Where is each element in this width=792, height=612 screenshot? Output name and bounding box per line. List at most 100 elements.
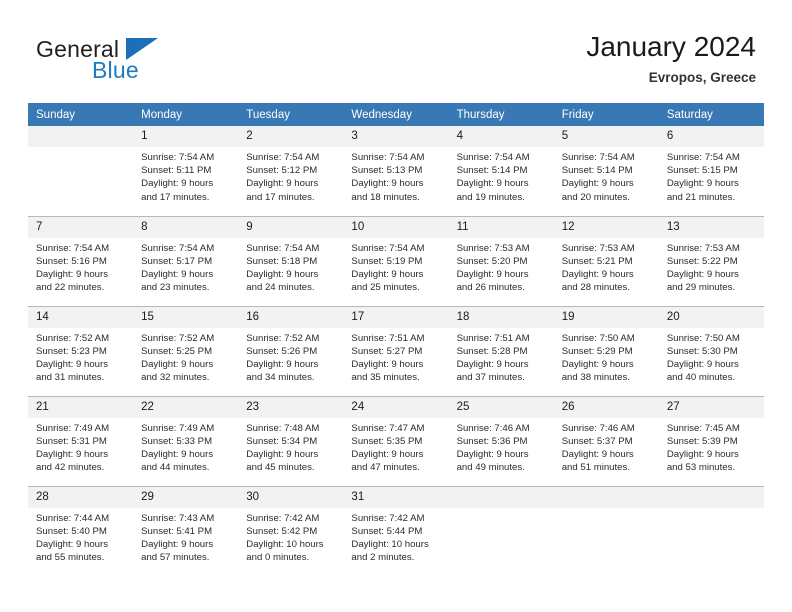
day-number: 28: [28, 486, 134, 508]
sunrise-text: Sunrise: 7:48 AM: [246, 422, 320, 434]
weekday-header-wednesday: Wednesday: [343, 103, 449, 126]
calendar-day-cell[interactable]: 27 Sunrise: 7:45 AM Sunset: 5:39 PM Dayligh…: [658, 395, 764, 486]
calendar-day-cell[interactable]: 20 Sunrise: 7:50 AM Sunset: 5:30 PM Dayligh…: [658, 305, 764, 396]
calendar-week-row: 1 Sunrise: 7:54 AM Sunset: 5:11 PM Daylight…: [28, 126, 764, 216]
calendar-day-cell[interactable]: 26 Sunrise: 7:46 AM Sunset: 5:37 PM Dayligh…: [553, 395, 659, 486]
calendar-day-cell[interactable]: 28 Sunrise: 7:44 AM Sunset: 5:40 PM Dayligh…: [28, 485, 134, 576]
calendar-day-cell[interactable]: 23 Sunrise: 7:48 AM Sunset: 5:34 PM Dayligh…: [238, 395, 344, 486]
calendar-day-cell[interactable]: 2 Sunrise: 7:54 AM Sunset: 5:12 PM Daylight…: [238, 126, 344, 216]
calendar-day-cell[interactable]: 7 Sunrise: 7:54 AM Sunset: 5:16 PM Daylight…: [28, 215, 134, 306]
calendar-day-cell[interactable]: 16 Sunrise: 7:52 AM Sunset: 5:26 PM Dayligh…: [238, 305, 344, 396]
day-number: 19: [553, 306, 659, 328]
calendar-day-cell[interactable]: 13 Sunrise: 7:53 AM Sunset: 5:22 PM Dayligh…: [658, 215, 764, 306]
calendar-day-cell[interactable]: 30 Sunrise: 7:42 AM Sunset: 5:42 PM Dayligh…: [238, 485, 344, 576]
calendar-day-cell[interactable]: 4 Sunrise: 7:54 AM Sunset: 5:14 PM Daylight…: [448, 126, 554, 216]
day-number: 13: [658, 216, 764, 238]
daylight-text-line2: and 53 minutes.: [666, 462, 736, 474]
calendar-day-cell[interactable]: 5 Sunrise: 7:54 AM Sunset: 5:14 PM Daylight…: [553, 126, 659, 216]
calendar-day-cell[interactable]: 21 Sunrise: 7:49 AM Sunset: 5:31 PM Dayligh…: [28, 395, 134, 486]
day-sun-info: Sunrise: 7:54 AM Sunset: 5:14 PM Daylight:…: [554, 147, 659, 204]
calendar-day-cell[interactable]: 12 Sunrise: 7:53 AM Sunset: 5:21 PM Dayligh…: [553, 215, 659, 306]
general-blue-logo[interactable]: General Blue: [36, 36, 216, 88]
weekday-header-sunday: Sunday: [28, 103, 134, 126]
title-block: January 2024 Evropos, Greece: [586, 30, 756, 86]
daylight-text-line1: Daylight: 9 hours: [246, 448, 319, 460]
daylight-text-line2: and 29 minutes.: [666, 282, 736, 294]
calendar-day-cell[interactable]: 19 Sunrise: 7:50 AM Sunset: 5:29 PM Dayligh…: [553, 305, 659, 396]
day-sun-info: Sunrise: 7:54 AM Sunset: 5:19 PM Daylight:…: [343, 238, 448, 295]
daylight-text-line1: Daylight: 9 hours: [141, 538, 214, 550]
sunset-text: Sunset: 5:20 PM: [456, 255, 528, 267]
logo-text-blue: Blue: [92, 57, 139, 83]
daylight-text-line2: and 47 minutes.: [351, 462, 420, 474]
sunset-text: Sunset: 5:27 PM: [351, 345, 423, 357]
calendar-day-cell[interactable]: 24 Sunrise: 7:47 AM Sunset: 5:35 PM Dayligh…: [343, 395, 449, 486]
daylight-text-line2: and 20 minutes.: [561, 191, 630, 203]
daylight-text-line2: and 40 minutes.: [666, 372, 736, 384]
daylight-text-line2: and 55 minutes.: [36, 552, 105, 564]
day-sun-info: Sunrise: 7:54 AM Sunset: 5:18 PM Daylight:…: [238, 238, 343, 295]
daylight-text-line1: Daylight: 9 hours: [561, 268, 634, 280]
day-sun-info: Sunrise: 7:52 AM Sunset: 5:25 PM Daylight:…: [133, 328, 238, 385]
day-sun-info: Sunrise: 7:53 AM Sunset: 5:21 PM Daylight:…: [554, 238, 659, 295]
calendar-day-cell[interactable]: 15 Sunrise: 7:52 AM Sunset: 5:25 PM Dayligh…: [133, 305, 239, 396]
day-number: 25: [448, 396, 554, 418]
daylight-text-line1: Daylight: 9 hours: [246, 358, 319, 370]
calendar-day-cell[interactable]: 10 Sunrise: 7:54 AM Sunset: 5:19 PM Dayligh…: [343, 215, 449, 306]
calendar-day-cell[interactable]: 31 Sunrise: 7:42 AM Sunset: 5:44 PM Dayligh…: [343, 485, 449, 576]
calendar-day-cell[interactable]: 3 Sunrise: 7:54 AM Sunset: 5:13 PM Daylight…: [343, 126, 449, 216]
calendar-day-cell[interactable]: 17 Sunrise: 7:51 AM Sunset: 5:27 PM Dayligh…: [343, 305, 449, 396]
daylight-text-line1: Daylight: 9 hours: [351, 358, 424, 370]
calendar-day-cell[interactable]: 25 Sunrise: 7:46 AM Sunset: 5:36 PM Dayligh…: [448, 395, 554, 486]
calendar-page: General Blue January 2024 Evropos, Greec…: [0, 0, 792, 612]
daylight-text-line1: Daylight: 9 hours: [141, 448, 214, 460]
calendar-day-cell[interactable]: 6 Sunrise: 7:54 AM Sunset: 5:15 PM Daylight…: [658, 126, 764, 216]
day-number: 16: [238, 306, 344, 328]
daylight-text-line2: and 32 minutes.: [141, 372, 210, 384]
day-number: 18: [448, 306, 554, 328]
sunrise-text: Sunrise: 7:54 AM: [246, 242, 320, 254]
daylight-text-line2: and 26 minutes.: [456, 282, 525, 294]
daylight-text-line2: and 21 minutes.: [666, 191, 736, 203]
day-sun-info: Sunrise: 7:48 AM Sunset: 5:34 PM Daylight:…: [238, 418, 343, 475]
sunset-text: Sunset: 5:12 PM: [246, 165, 318, 177]
daylight-text-line2: and 57 minutes.: [141, 552, 210, 564]
daylight-text-line2: and 0 minutes.: [246, 552, 310, 564]
sunrise-text: Sunrise: 7:44 AM: [36, 512, 110, 524]
daylight-text-line2: and 51 minutes.: [561, 462, 630, 474]
day-number: 10: [343, 216, 449, 238]
day-sun-info: Sunrise: 7:52 AM Sunset: 5:23 PM Daylight:…: [28, 328, 133, 385]
day-sun-info: Sunrise: 7:44 AM Sunset: 5:40 PM Daylight:…: [28, 508, 133, 565]
calendar-day-cell[interactable]: 22 Sunrise: 7:49 AM Sunset: 5:33 PM Dayligh…: [133, 395, 239, 486]
day-number: 17: [343, 306, 449, 328]
sunrise-text: Sunrise: 7:54 AM: [351, 152, 425, 163]
calendar-table: Sunday Monday Tuesday Wednesday Thursday…: [28, 103, 764, 576]
daylight-text-line1: Daylight: 9 hours: [351, 268, 424, 280]
day-number: [658, 486, 764, 508]
calendar-day-cell[interactable]: 8 Sunrise: 7:54 AM Sunset: 5:17 PM Daylight…: [133, 215, 239, 306]
calendar-day-cell[interactable]: 29 Sunrise: 7:43 AM Sunset: 5:41 PM Dayligh…: [133, 485, 239, 576]
weekday-header-tuesday: Tuesday: [238, 103, 344, 126]
day-number: 8: [133, 216, 239, 238]
daylight-text-line1: Daylight: 9 hours: [666, 268, 739, 280]
daylight-text-line1: Daylight: 9 hours: [141, 178, 214, 190]
day-sun-info: Sunrise: 7:54 AM Sunset: 5:15 PM Daylight:…: [659, 147, 764, 204]
calendar-day-cell[interactable]: 14 Sunrise: 7:52 AM Sunset: 5:23 PM Dayligh…: [28, 305, 134, 396]
sunset-text: Sunset: 5:15 PM: [666, 165, 738, 177]
sunrise-text: Sunrise: 7:54 AM: [141, 152, 215, 163]
daylight-text-line1: Daylight: 9 hours: [351, 178, 424, 190]
daylight-text-line2: and 44 minutes.: [141, 462, 210, 474]
calendar-day-cell[interactable]: 18 Sunrise: 7:51 AM Sunset: 5:28 PM Dayligh…: [448, 305, 554, 396]
sunrise-text: Sunrise: 7:46 AM: [456, 422, 530, 434]
day-number: 27: [658, 396, 764, 418]
daylight-text-line1: Daylight: 9 hours: [36, 448, 108, 460]
sunrise-text: Sunrise: 7:53 AM: [456, 242, 530, 254]
calendar-day-cell[interactable]: 1 Sunrise: 7:54 AM Sunset: 5:11 PM Daylight…: [133, 126, 239, 216]
daylight-text-line2: and 22 minutes.: [36, 282, 105, 294]
day-sun-info: Sunrise: 7:43 AM Sunset: 5:41 PM Daylight:…: [133, 508, 238, 565]
calendar-day-cell[interactable]: 9 Sunrise: 7:54 AM Sunset: 5:18 PM Daylight…: [238, 215, 344, 306]
daylight-text-line2: and 31 minutes.: [36, 372, 105, 384]
weekday-header-row: Sunday Monday Tuesday Wednesday Thursday…: [28, 103, 764, 126]
calendar-day-cell[interactable]: 11 Sunrise: 7:53 AM Sunset: 5:20 PM Dayligh…: [448, 215, 554, 306]
sunrise-text: Sunrise: 7:54 AM: [36, 242, 110, 254]
